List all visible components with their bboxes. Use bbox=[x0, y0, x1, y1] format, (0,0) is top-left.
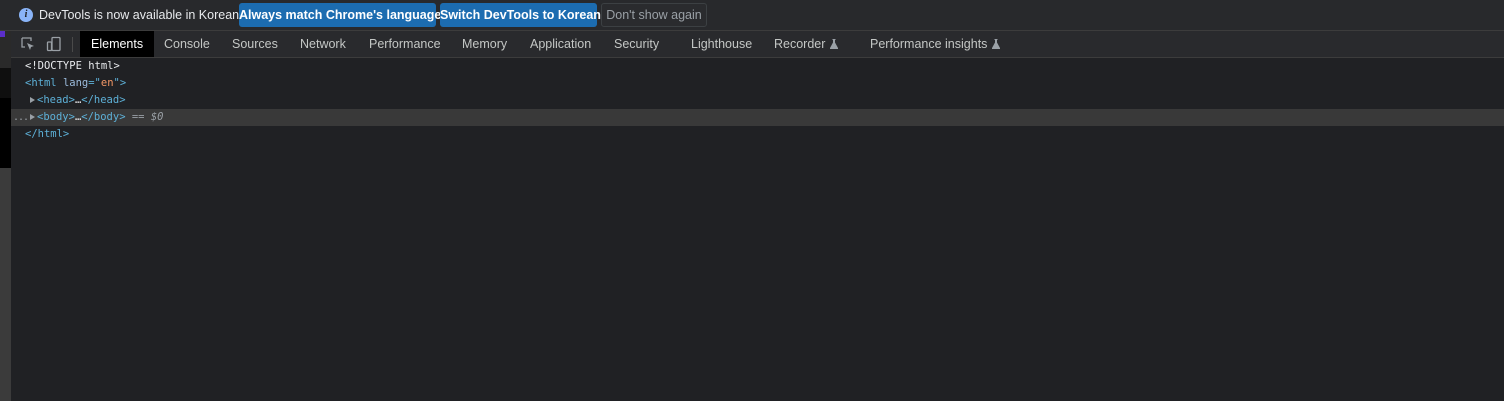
html-attr-eq: =" bbox=[88, 77, 101, 89]
body-open-tag: <body> bbox=[37, 111, 75, 123]
dom-node-html[interactable]: <html lang="en"> bbox=[11, 75, 1504, 92]
always-match-language-button[interactable]: Always match Chrome's language bbox=[239, 3, 441, 27]
tab-performance-insights[interactable]: Performance insights bbox=[870, 31, 1001, 57]
html-lang-value: en bbox=[100, 77, 114, 89]
device-toolbar-icon[interactable] bbox=[46, 36, 62, 52]
tab-elements[interactable]: Elements bbox=[80, 31, 155, 57]
tab-recorder-label: Recorder bbox=[774, 37, 826, 51]
info-icon: i bbox=[19, 8, 33, 22]
inspect-element-icon[interactable] bbox=[20, 36, 36, 52]
tab-application[interactable]: Application bbox=[530, 31, 591, 57]
infobar-message: DevTools is now available in Korean! bbox=[39, 8, 243, 22]
tab-lighthouse[interactable]: Lighthouse bbox=[691, 31, 752, 57]
html-attr-close: "> bbox=[113, 77, 127, 89]
head-open-tag: <head> bbox=[37, 94, 75, 106]
dom-node-doctype[interactable]: <!DOCTYPE html> bbox=[11, 58, 1504, 75]
page-viewport-edge bbox=[0, 31, 11, 401]
tab-console[interactable]: Console bbox=[164, 31, 210, 57]
tab-sources[interactable]: Sources bbox=[232, 31, 278, 57]
head-close-tag: </head> bbox=[81, 94, 126, 106]
tab-network[interactable]: Network bbox=[300, 31, 346, 57]
experiment-flask-icon bbox=[830, 39, 839, 49]
tab-performance[interactable]: Performance bbox=[369, 31, 441, 57]
devtools-toolbar: Elements Console Sources Network Perform… bbox=[11, 31, 1504, 58]
language-infobar: i DevTools is now available in Korean! A… bbox=[0, 0, 1504, 31]
tab-memory[interactable]: Memory bbox=[462, 31, 507, 57]
body-close-tag: </body> bbox=[81, 111, 126, 123]
html-lang-attr: lang bbox=[62, 77, 89, 89]
html-close-tag: </html> bbox=[25, 128, 70, 140]
experiment-flask-icon bbox=[992, 39, 1001, 49]
switch-to-korean-button[interactable]: Switch DevTools to Korean bbox=[440, 3, 601, 27]
dom-node-html-close[interactable]: </html> bbox=[11, 126, 1504, 143]
expand-triangle-icon[interactable] bbox=[30, 97, 35, 103]
tab-security[interactable]: Security bbox=[614, 31, 659, 57]
expand-triangle-icon[interactable] bbox=[30, 114, 35, 120]
dont-show-again-button[interactable]: Don't show again bbox=[601, 3, 707, 27]
selected-node-marker: == $0 bbox=[131, 111, 164, 123]
doctype-text: <!DOCTYPE html> bbox=[25, 60, 120, 72]
tab-recorder[interactable]: Recorder bbox=[774, 31, 839, 57]
tab-performance-insights-label: Performance insights bbox=[870, 37, 988, 51]
dom-node-head[interactable]: <head>…</head> bbox=[11, 92, 1504, 109]
dom-tree: <!DOCTYPE html> <html lang="en"> <head>…… bbox=[11, 58, 1504, 401]
html-open-tag: <html bbox=[25, 77, 57, 89]
more-actions-dots[interactable]: ... bbox=[13, 109, 29, 126]
toolbar-separator bbox=[72, 37, 73, 52]
dom-node-body[interactable]: ... <body>…</body> == $0 bbox=[11, 109, 1504, 126]
